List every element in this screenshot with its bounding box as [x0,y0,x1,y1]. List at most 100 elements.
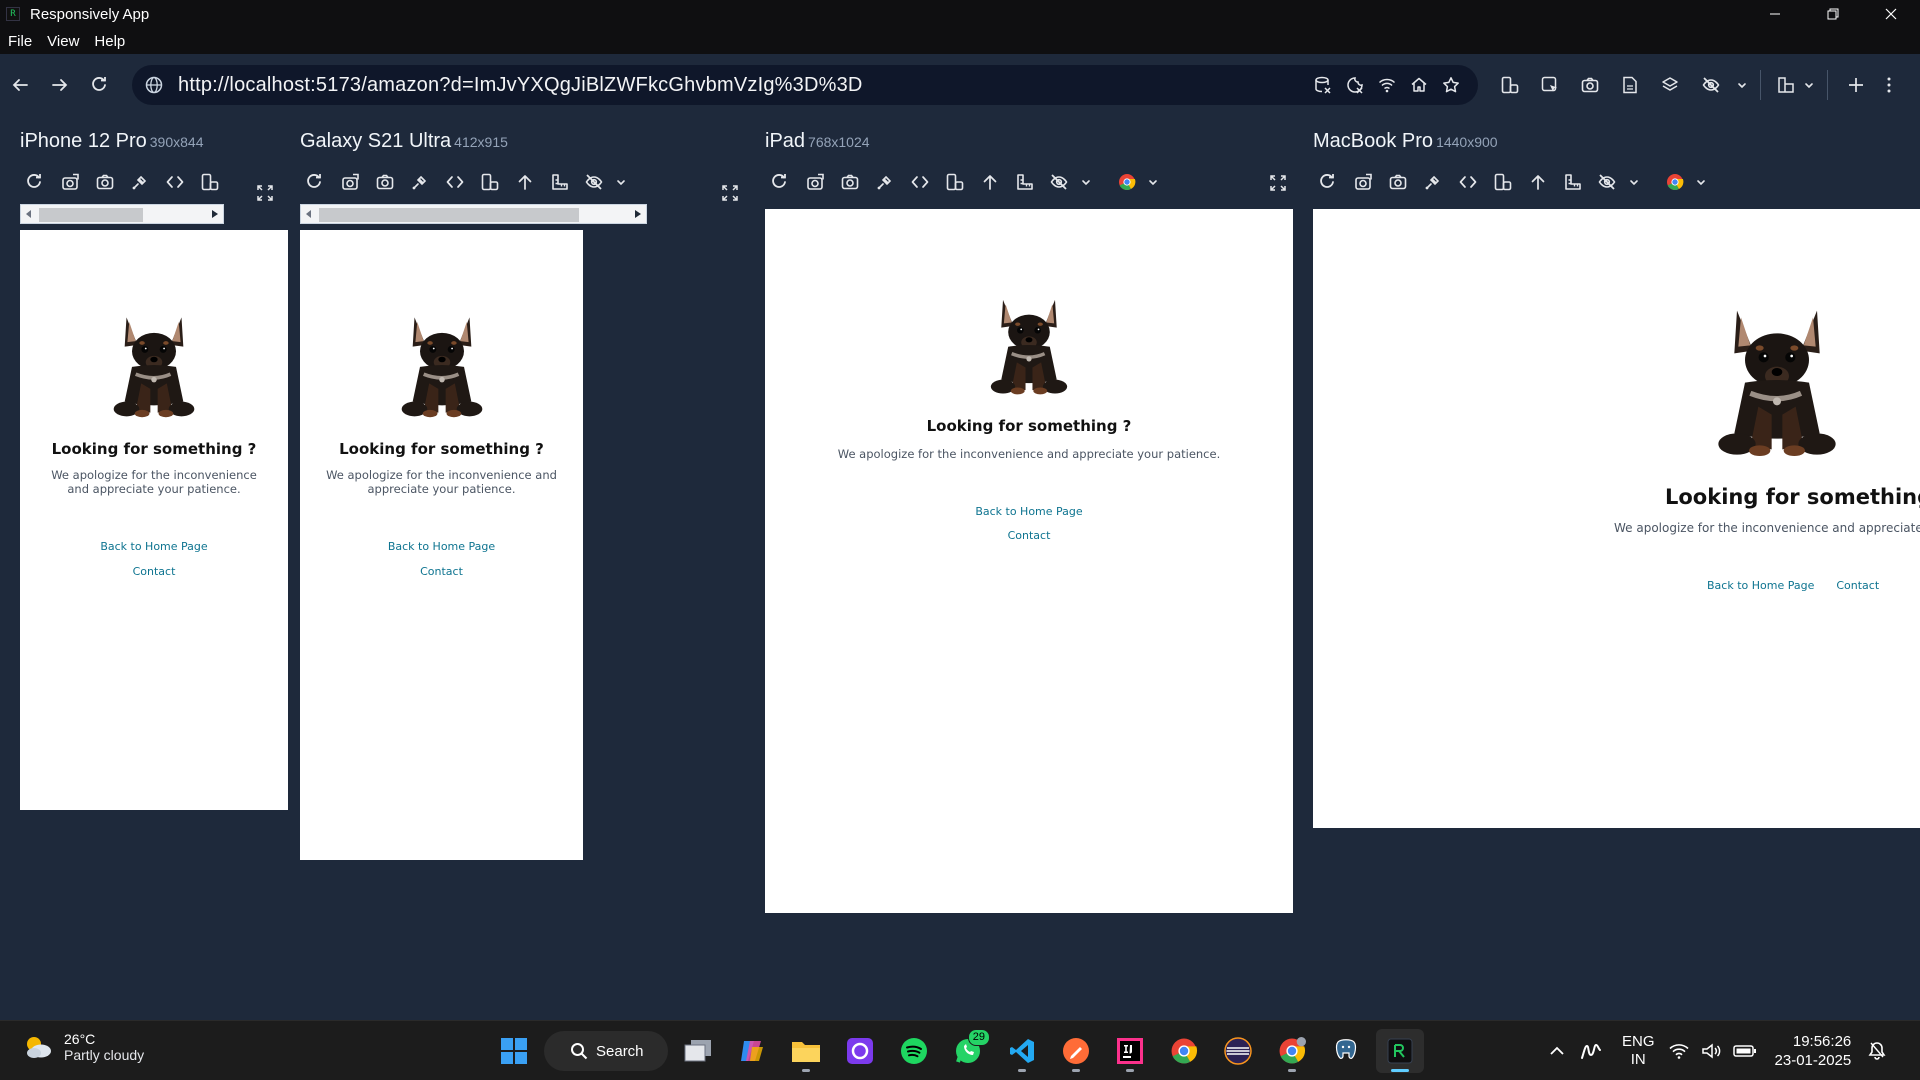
minimize-button[interactable] [1746,0,1804,28]
inspect-button[interactable] [867,167,902,197]
network-throttle-button[interactable] [1374,72,1400,98]
ruler-button[interactable] [542,167,577,197]
scroll-top-button[interactable] [972,167,1007,197]
chrome-profile-button[interactable] [1268,1029,1316,1073]
home-button[interactable] [1406,72,1432,98]
postgresql-button[interactable] [1322,1029,1370,1073]
layers-button[interactable] [1650,65,1690,105]
browser-select-button[interactable] [1657,167,1692,197]
rotate-all-button[interactable] [1490,65,1530,105]
taskbar-search[interactable]: Search [544,1031,668,1071]
task-view-button[interactable] [674,1029,722,1073]
screenshot-button[interactable] [87,167,122,197]
full-screenshot-button[interactable] [797,167,832,197]
devtools-button[interactable] [157,167,192,197]
screenshot-button[interactable] [1570,65,1610,105]
chrome-button[interactable] [1160,1029,1208,1073]
close-window-button[interactable] [1862,0,1920,28]
copilot-button[interactable] [728,1029,776,1073]
scroll-left-arrow-icon[interactable] [21,205,37,223]
rotate-device-button[interactable] [1485,167,1520,197]
ruler-button[interactable] [1007,167,1042,197]
add-device-button[interactable] [1838,65,1874,105]
expand-device-button[interactable] [250,178,280,208]
address-bar[interactable]: http://localhost:5173/amazon?d=ImJvYXQgJ… [132,65,1478,105]
rotate-device-button[interactable] [192,167,227,197]
reload-button[interactable] [80,65,120,105]
inspect-button[interactable] [1415,167,1450,197]
devtools-button[interactable] [902,167,937,197]
contact-link[interactable]: Contact [300,565,583,578]
back-home-link[interactable]: Back to Home Page [765,505,1293,518]
vscode-button[interactable] [998,1029,1046,1073]
eclipse-button[interactable] [1214,1029,1262,1073]
clear-cache-button[interactable] [1342,72,1368,98]
notion-tray-button[interactable] [1574,1036,1608,1066]
show-hidden-icons-button[interactable] [1540,1036,1574,1066]
browser-select-button[interactable] [1109,167,1144,197]
devtools-button[interactable] [1450,167,1485,197]
inspect-element-button[interactable] [1530,65,1570,105]
rotate-device-button[interactable] [937,167,972,197]
contact-link[interactable]: Contact [765,529,1293,542]
screenshot-button[interactable] [832,167,867,197]
url-input[interactable]: http://localhost:5173/amazon?d=ImJvYXQgJ… [178,74,863,97]
full-screenshot-button[interactable] [52,167,87,197]
rotate-device-button[interactable] [472,167,507,197]
menu-view[interactable]: View [47,33,79,50]
back-home-link[interactable]: Back to Home Page [1707,579,1814,592]
device-screen-iphone[interactable]: Looking for something ? We apologize for… [20,230,288,810]
hide-device-button[interactable] [577,167,612,197]
hide-device-button[interactable] [1590,167,1625,197]
clear-storage-button[interactable] [1310,72,1336,98]
system-status-group[interactable] [1668,1043,1757,1059]
expand-device-button[interactable] [715,178,745,208]
scroll-right-arrow-icon[interactable] [207,205,223,223]
hide-preview-dropdown[interactable] [1734,65,1750,105]
inspect-button[interactable] [402,167,437,197]
reload-device-button[interactable] [17,167,52,197]
menu-file[interactable]: File [8,33,32,50]
scroll-top-button[interactable] [1520,167,1555,197]
bookmark-button[interactable] [1438,72,1464,98]
postman-button[interactable] [1052,1029,1100,1073]
layout-button[interactable] [1771,65,1801,105]
proton-app-button[interactable] [836,1029,884,1073]
device-screen-ipad[interactable]: Looking for something ? We apologize for… [765,209,1293,913]
scrollbar-thumb[interactable] [319,208,579,222]
scrollbar-thumb[interactable] [39,208,143,222]
device-screen-macbook[interactable]: Looking for something ? We apologize for… [1313,209,1920,828]
back-home-link[interactable]: Back to Home Page [300,540,583,553]
expand-device-button[interactable] [1263,168,1293,198]
forward-button[interactable] [40,65,80,105]
language-indicator[interactable]: ENG IN [1622,1033,1655,1069]
screenshot-button[interactable] [367,167,402,197]
device-screen-galaxy[interactable]: Looking for something ? We apologize for… [300,230,583,860]
screenshot-button[interactable] [1380,167,1415,197]
menu-help[interactable]: Help [94,33,125,50]
back-button[interactable] [0,65,40,105]
scroll-left-arrow-icon[interactable] [301,205,317,223]
hide-device-dropdown[interactable] [1077,167,1095,197]
hide-device-dropdown[interactable] [1625,167,1643,197]
devtools-button[interactable] [437,167,472,197]
start-button[interactable] [490,1029,538,1073]
whatsapp-button[interactable]: 29 [944,1029,992,1073]
reload-device-button[interactable] [297,167,332,197]
back-home-link[interactable]: Back to Home Page [20,540,288,553]
full-screenshot-button[interactable] [332,167,367,197]
more-menu-button[interactable] [1874,65,1904,105]
restore-button[interactable] [1804,0,1862,28]
browser-select-dropdown[interactable] [1144,167,1162,197]
hide-device-dropdown[interactable] [612,167,630,197]
system-clock[interactable]: 19:56:26 23-01-2025 [1775,1032,1852,1070]
hide-preview-button[interactable] [1690,65,1734,105]
file-explorer-button[interactable] [782,1029,830,1073]
reload-device-button[interactable] [1310,167,1345,197]
weather-widget[interactable]: 26°C Partly cloudy [22,1031,144,1063]
spotify-button[interactable] [890,1029,938,1073]
contact-link[interactable]: Contact [1836,579,1879,592]
reload-device-button[interactable] [762,167,797,197]
ruler-button[interactable] [1555,167,1590,197]
horizontal-scrollbar[interactable] [300,204,647,224]
